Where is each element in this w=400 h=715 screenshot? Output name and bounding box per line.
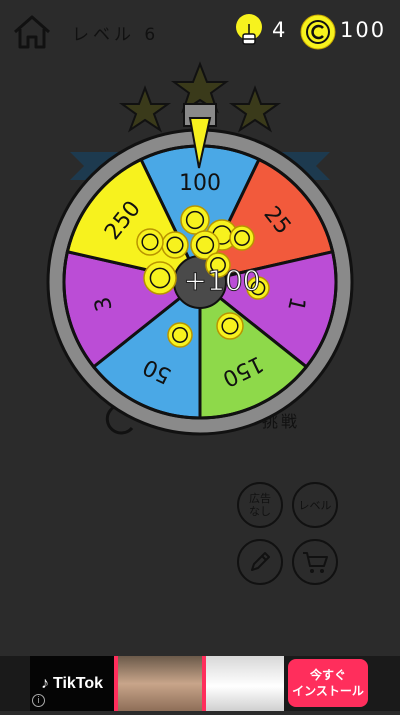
ad-banner[interactable]: ♪ TikTok i 今すぐ インストール <box>0 656 400 711</box>
wheel-overlay: 100 25 1 150 50 3 250 +100 <box>0 0 400 711</box>
ad-cta-line2: インストール <box>292 684 364 698</box>
coin-icon <box>216 312 244 340</box>
coin-icon <box>143 261 177 295</box>
coin-icon <box>136 228 164 256</box>
ad-brand: TikTok <box>52 674 104 692</box>
reward-text: +100 <box>184 264 261 297</box>
ad-photo-person[interactable] <box>118 656 202 711</box>
ad-cta-line1: 今すぐ <box>309 668 346 682</box>
coin-icon <box>167 322 193 348</box>
ad-info-icon[interactable]: i <box>32 694 45 707</box>
coin-icon <box>229 225 255 251</box>
tiktok-logo-icon: ♪ <box>40 674 49 692</box>
prize-wheel[interactable]: 100251150503250 +100 <box>0 0 400 711</box>
ad-photo-dog[interactable] <box>206 656 284 711</box>
coin-icon <box>161 231 189 259</box>
ad-install-button[interactable]: 今すぐ インストール <box>288 659 368 707</box>
wheel-segment-label: 100 <box>179 171 221 196</box>
coin-icon <box>180 205 210 235</box>
